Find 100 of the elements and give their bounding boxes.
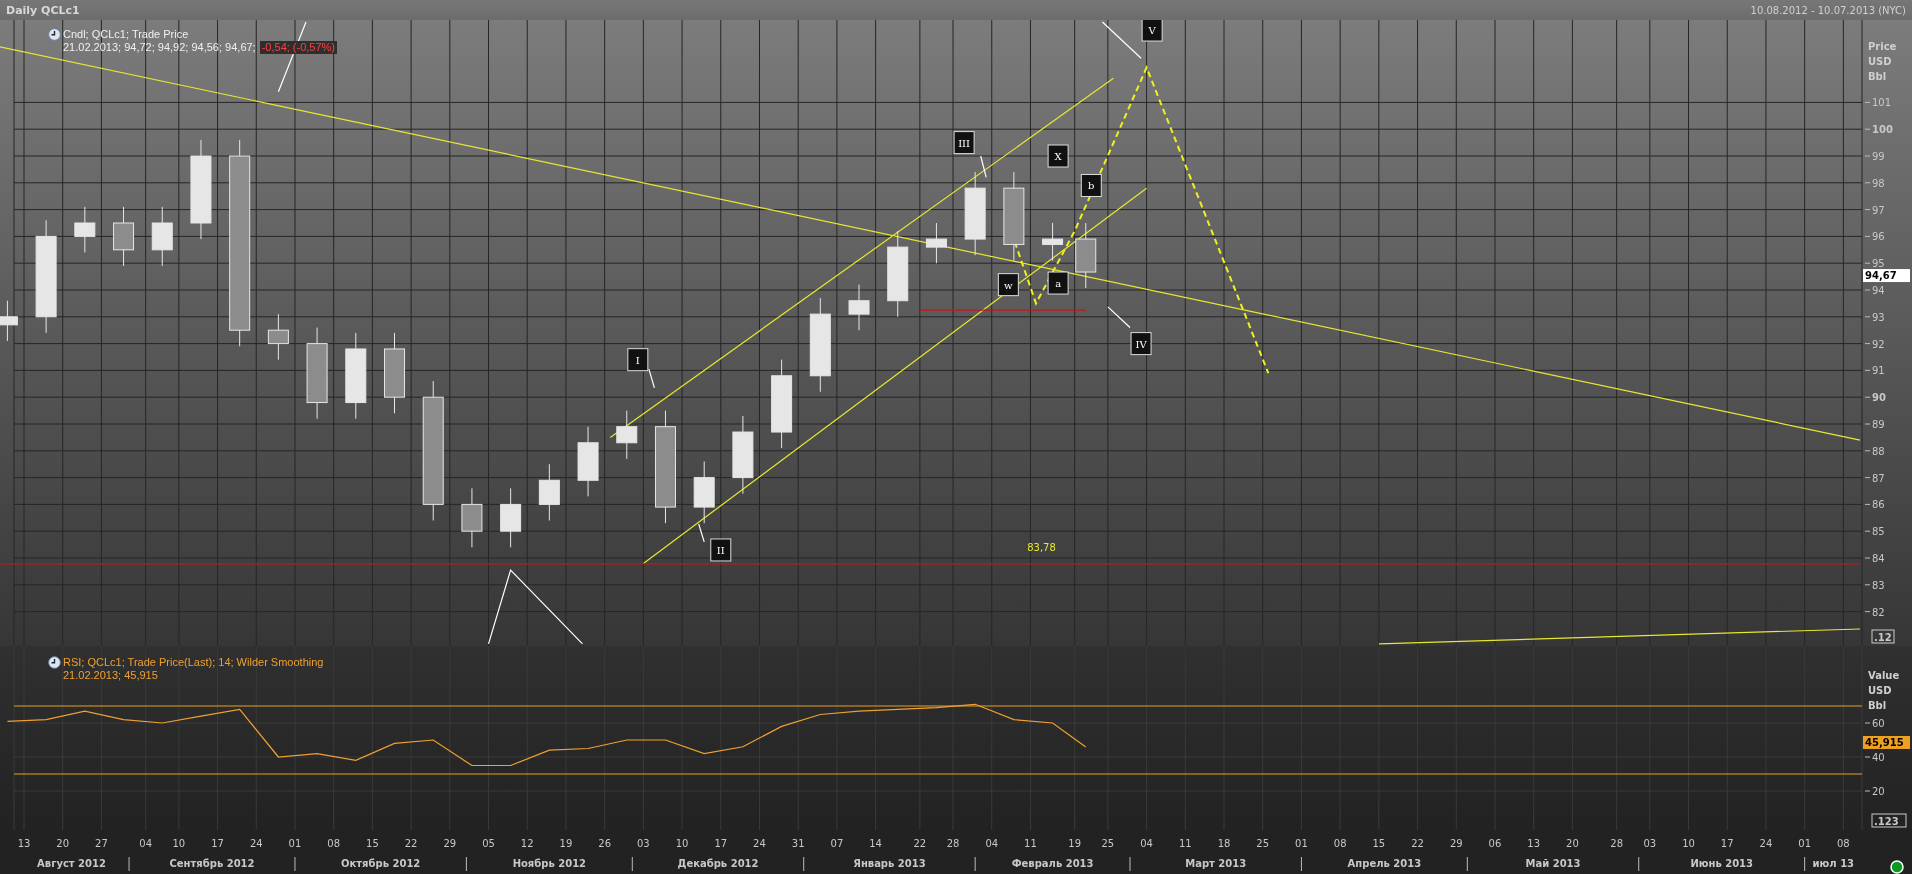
axis-tick-label: 99	[1864, 151, 1885, 162]
month-label: Ноябрь 2012	[512, 858, 587, 869]
date-tick-label: 15	[1372, 838, 1386, 849]
date-tick-label: 04	[139, 838, 153, 849]
wave-label: IV	[1130, 332, 1152, 356]
date-tick-label: 25	[1101, 838, 1115, 849]
date-range: 10.08.2012 - 10.07.2013 (NYC)	[1750, 4, 1906, 16]
axis-unit-label: USD	[1868, 56, 1892, 67]
wave-label: b	[1080, 174, 1102, 197]
date-tick-label: 13	[1527, 838, 1541, 849]
candle	[74, 206, 96, 253]
level-label: 83,78	[1027, 542, 1056, 554]
date-tick-label: 01	[288, 838, 302, 849]
axis-tick-label: 82	[1864, 606, 1885, 618]
wave-label: a	[1047, 271, 1069, 295]
axis-tick-label: 87	[1864, 472, 1885, 484]
candle	[0, 300, 18, 342]
candle	[461, 487, 483, 548]
date-tick-label: 08	[1333, 838, 1347, 849]
date-tick-label: 12	[520, 838, 534, 849]
date-tick-label: 01	[1798, 838, 1812, 849]
axis-tick-label: 95	[1864, 258, 1885, 270]
month-label: Сентябрь 2012	[169, 858, 255, 869]
axis-tick-label: 100	[1864, 124, 1893, 136]
axis-tick-label: 60	[1864, 718, 1885, 729]
axis-tick-label: 89	[1864, 419, 1885, 430]
candle	[1075, 222, 1097, 289]
date-tick-label: 17	[211, 838, 224, 849]
axis-unit-label: Price	[1868, 41, 1897, 52]
date-tick-label: 11	[1024, 838, 1037, 849]
month-label: Январь 2013	[853, 858, 926, 869]
date-tick-label: 31	[791, 838, 805, 849]
date-tick-label: 04	[985, 838, 999, 849]
status-dot-icon	[1890, 860, 1904, 874]
month-label: Декабрь 2012	[677, 858, 759, 869]
candle	[113, 206, 135, 267]
date-tick-label: 20	[1566, 838, 1579, 849]
clock-icon	[48, 656, 61, 669]
wave-label: V	[1141, 20, 1163, 42]
axis-tick-label: 83	[1864, 579, 1885, 591]
wave-label: III	[953, 131, 975, 155]
date-tick-label: 13	[17, 838, 31, 849]
axis-tick-label: 93	[1864, 311, 1885, 323]
date-tick-label: 22	[404, 838, 418, 849]
date-tick-label: 20	[56, 838, 70, 849]
date-tick-label: 03	[1643, 838, 1657, 849]
axis-tick-label: 20	[1864, 786, 1885, 797]
wave-label: w	[997, 273, 1019, 297]
month-label: Февраль 2013	[1011, 858, 1094, 869]
date-tick-label: 06	[1488, 838, 1502, 849]
date-tick-label: 01	[1295, 838, 1308, 849]
legend-change: -0,54; (-0,57%)	[259, 41, 338, 54]
month-label: Май 2013	[1525, 858, 1581, 869]
month-label: Октябрь 2012	[341, 858, 421, 869]
window-title: Daily QCLc1	[6, 3, 80, 17]
date-tick-label: 08	[1837, 838, 1850, 849]
legend-title: RSI; QCLc1; Trade Price(Last); 14; Wilder Smoothing	[63, 656, 324, 669]
candle	[538, 463, 560, 521]
date-tick-label: 04	[1140, 838, 1153, 849]
date-tick-label: 24	[753, 838, 766, 849]
date-tick-label: 22	[1411, 838, 1424, 849]
axis-tick-label: 86	[1864, 499, 1885, 511]
date-tick-label: 19	[1068, 838, 1082, 849]
date-tick-label: 14	[869, 838, 882, 849]
axis-tick-label: 88	[1864, 445, 1885, 457]
candle	[1042, 222, 1064, 261]
date-tick-label: 25	[1256, 838, 1270, 849]
date-tick-label: 24	[249, 838, 263, 849]
axis-tick-label: 91	[1864, 365, 1885, 377]
axis-tick-label: 84	[1864, 553, 1885, 564]
date-tick-label: 17	[1720, 838, 1734, 849]
axis-unit-label: Bbl	[1868, 700, 1887, 711]
wave-label: II	[710, 538, 732, 562]
axis-tick-label: 94	[1864, 285, 1885, 296]
date-tick-label: 05	[482, 838, 495, 849]
date-tick-label: 10	[675, 838, 689, 849]
range-marker: .12	[1871, 629, 1895, 644]
date-tick-label: 17	[714, 838, 728, 849]
candle	[577, 426, 599, 497]
date-tick-label: 28	[946, 838, 960, 849]
date-tick-label: 07	[830, 838, 844, 849]
wave-label: I	[627, 348, 649, 372]
legend-values: 21.02.2013; 45,915	[63, 669, 158, 682]
date-tick-label: 15	[366, 838, 379, 849]
axis-unit-label: Bbl	[1868, 71, 1887, 82]
axis-unit-label: Value	[1868, 670, 1900, 681]
candle	[616, 410, 638, 460]
candle	[693, 461, 715, 524]
candle	[151, 206, 173, 267]
date-tick-label: 24	[1759, 838, 1773, 849]
axis-tick-label: 85	[1864, 526, 1885, 538]
date-tick-label: 03	[637, 838, 650, 849]
candle	[267, 313, 289, 361]
date-tick-label: 10	[1682, 838, 1695, 849]
axis-tick-label: 101	[1864, 97, 1892, 109]
candle	[925, 222, 947, 264]
axis-tick-label: 97	[1864, 204, 1885, 216]
month-label: Март 2013	[1185, 858, 1247, 869]
axis-tick-label: 92	[1864, 338, 1885, 350]
date-tick-label: 19	[559, 838, 573, 849]
